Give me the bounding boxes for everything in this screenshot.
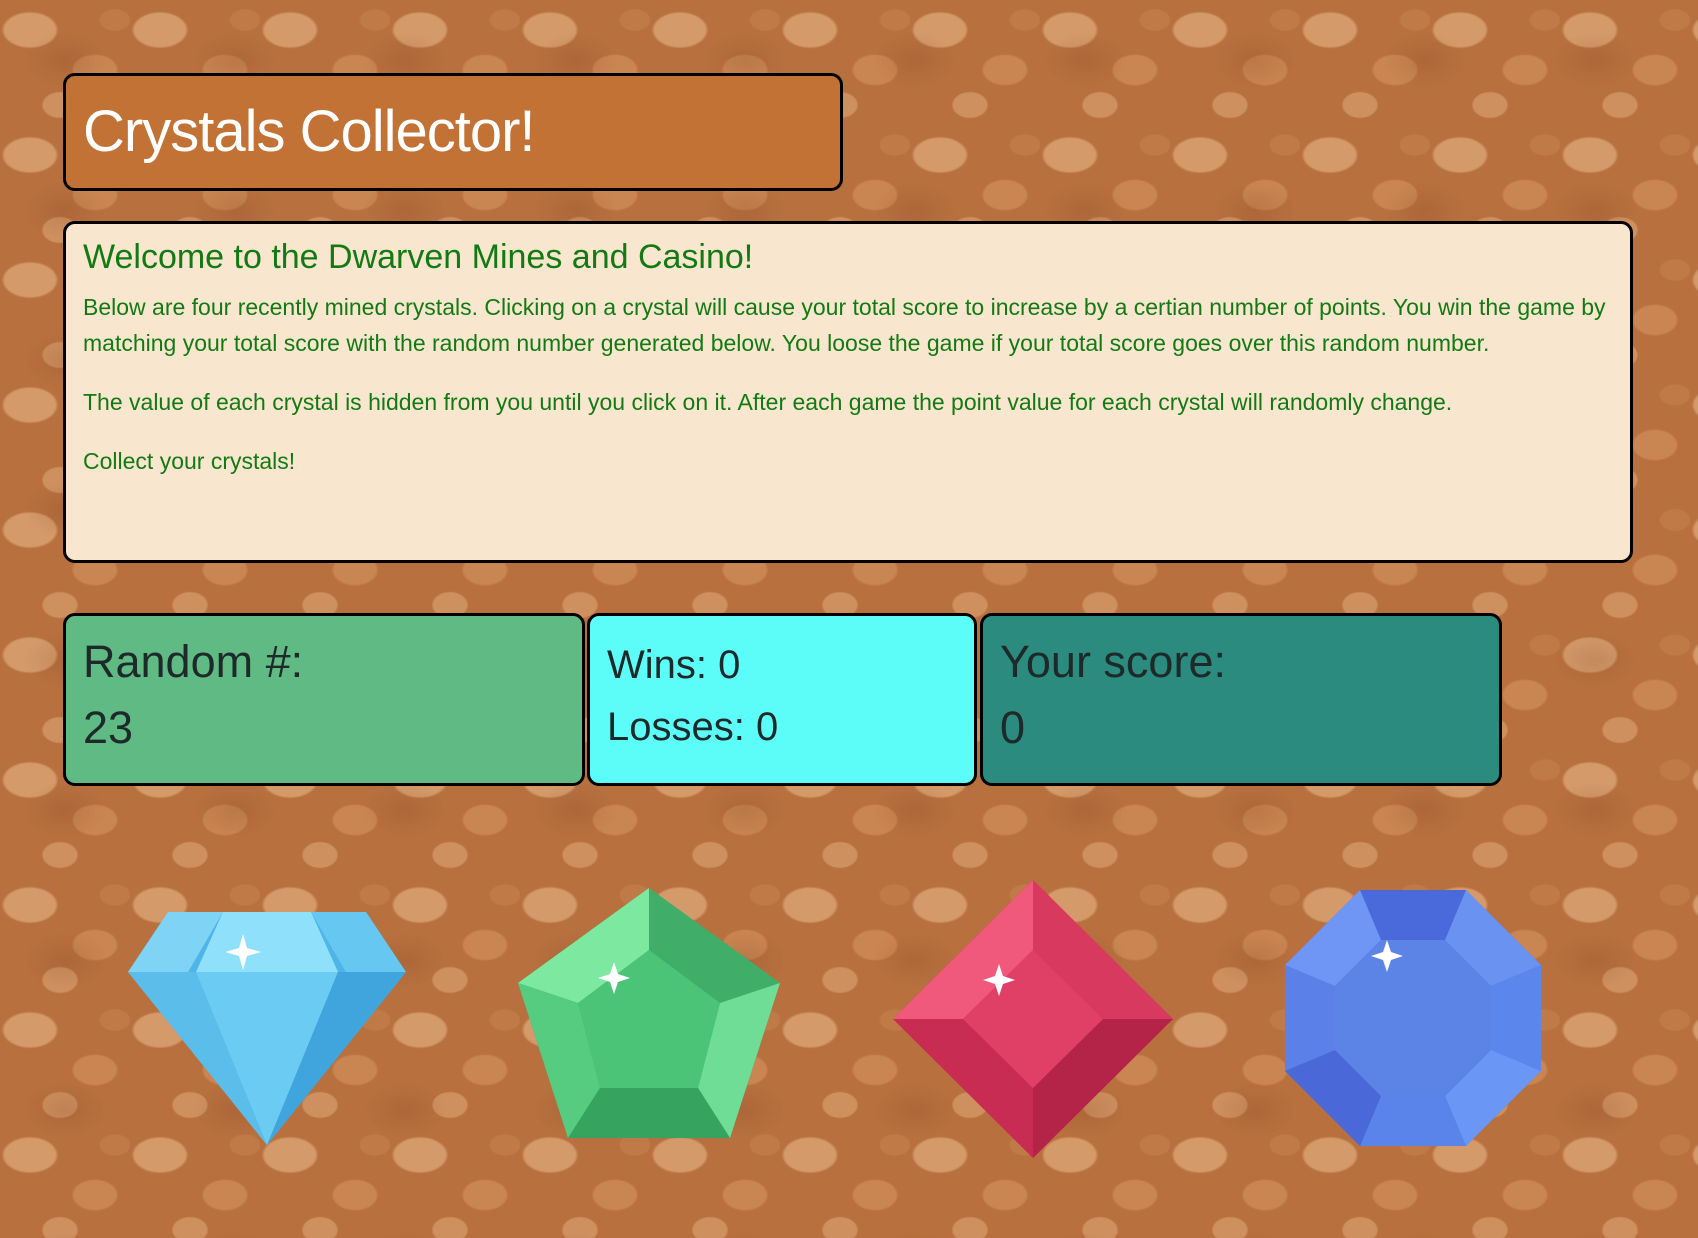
win-loss-panel: Wins: 0 Losses: 0 [587, 613, 977, 786]
pentagon-crystal-icon [518, 888, 780, 1138]
losses-counter: Losses: 0 [607, 705, 779, 749]
intro-heading: Welcome to the Dwarven Mines and Casino! [83, 238, 754, 276]
diamond-crystal-icon [128, 912, 406, 1145]
score-value: 0 [1000, 702, 1026, 753]
intro-paragraph-hidden-values: The value of each crystal is hidden from… [83, 389, 1453, 415]
random-number-panel: Random #: 23 [63, 613, 585, 786]
crystal-button-1[interactable] [128, 912, 406, 1145]
octagon-crystal-icon [1285, 890, 1541, 1146]
random-number-value: 23 [83, 702, 134, 753]
score-panel: Your score: 0 [980, 613, 1502, 786]
intro-paragraph-call-to-action: Collect your crystals! [83, 448, 296, 474]
title-banner: Crystals Collector! [63, 73, 843, 191]
score-label: Your score: [1000, 636, 1226, 687]
page-title: Crystals Collector! [83, 99, 536, 164]
crystal-button-4[interactable] [1285, 890, 1541, 1146]
ruby-crystal-icon [893, 880, 1173, 1158]
intro-panel: Welcome to the Dwarven Mines and Casino!… [63, 221, 1633, 563]
crystal-button-2[interactable] [518, 888, 780, 1138]
intro-paragraph-rules: Below are four recently mined crystals. … [83, 294, 1606, 356]
random-number-label: Random #: [83, 636, 304, 687]
crystal-button-3[interactable] [893, 880, 1173, 1158]
wins-counter: Wins: 0 [607, 643, 741, 687]
